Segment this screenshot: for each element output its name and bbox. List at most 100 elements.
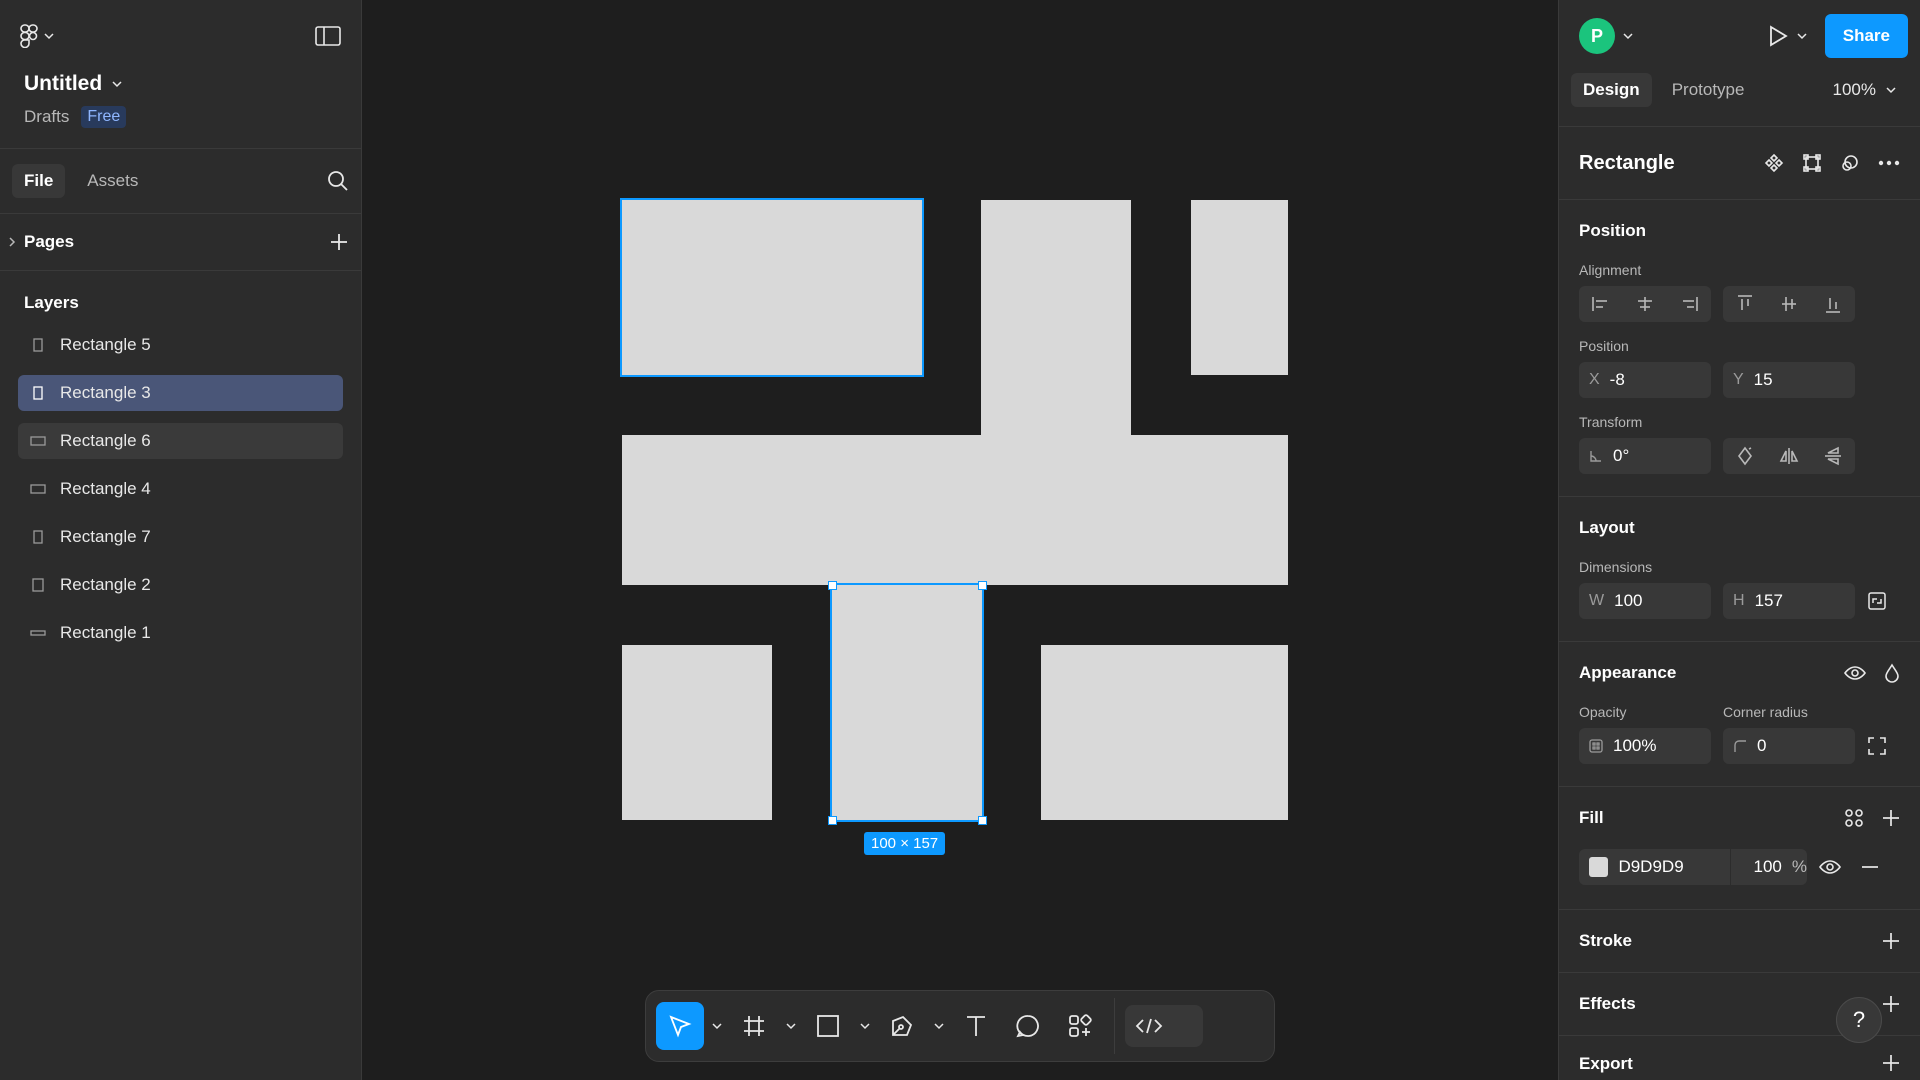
rectangle-icon xyxy=(30,436,46,446)
tab-assets[interactable]: Assets xyxy=(75,164,150,198)
y-position-field[interactable]: Y 15 xyxy=(1723,362,1855,398)
fill-color-field[interactable]: D9D9D9 100 % xyxy=(1579,849,1807,885)
main-menu-button[interactable] xyxy=(20,24,54,48)
opacity-field[interactable]: 100% xyxy=(1579,728,1711,764)
align-bottom-icon[interactable] xyxy=(1811,286,1855,322)
corner-radius-field[interactable]: 0 xyxy=(1723,728,1855,764)
mask-icon[interactable] xyxy=(1802,153,1822,173)
add-effect-icon[interactable] xyxy=(1882,995,1900,1013)
tab-design[interactable]: Design xyxy=(1571,73,1652,107)
layer-item[interactable]: Rectangle 5 xyxy=(18,327,343,363)
rotation-field[interactable]: 0° xyxy=(1579,438,1711,474)
align-top-icon[interactable] xyxy=(1723,286,1767,322)
layer-label: Rectangle 2 xyxy=(60,575,151,594)
height-field[interactable]: H 157 xyxy=(1723,583,1855,619)
comment-tool-button[interactable] xyxy=(1004,1002,1052,1050)
rectangle-shape[interactable] xyxy=(1191,200,1288,375)
add-export-icon[interactable] xyxy=(1882,1054,1900,1072)
color-swatch[interactable] xyxy=(1589,857,1609,877)
constrain-proportions-icon[interactable] xyxy=(1867,591,1887,611)
frame-tool-button[interactable] xyxy=(730,1002,778,1050)
text-tool-button[interactable] xyxy=(952,1002,1000,1050)
styles-icon[interactable] xyxy=(1844,808,1864,828)
chevron-down-icon[interactable] xyxy=(708,1022,726,1030)
resize-handle[interactable] xyxy=(828,816,837,825)
chevron-down-icon[interactable] xyxy=(782,1022,800,1030)
zoom-dropdown[interactable]: 100% xyxy=(1833,80,1908,100)
user-menu[interactable]: P xyxy=(1579,18,1633,54)
align-center-horizontal-icon[interactable] xyxy=(1623,286,1667,322)
add-fill-icon[interactable] xyxy=(1882,809,1900,827)
rectangle-icon xyxy=(30,484,46,494)
toggle-sidebar-icon[interactable] xyxy=(315,25,341,47)
width-field[interactable]: W 100 xyxy=(1579,583,1711,619)
chevron-down-icon[interactable] xyxy=(930,1022,948,1030)
angle-icon xyxy=(1589,449,1603,463)
play-icon[interactable] xyxy=(1767,24,1789,48)
resize-handle[interactable] xyxy=(978,816,987,825)
y-value: 15 xyxy=(1753,370,1773,389)
chevron-down-icon[interactable] xyxy=(856,1022,874,1030)
rectangle-3-shape[interactable] xyxy=(830,583,984,822)
rectangle-shape[interactable] xyxy=(622,645,772,820)
layer-label: Rectangle 7 xyxy=(60,527,151,546)
help-button[interactable]: ? xyxy=(1836,997,1882,1043)
fill-hex[interactable]: D9D9D9 xyxy=(1618,857,1730,877)
search-icon[interactable] xyxy=(327,170,349,192)
transform-group xyxy=(1723,438,1855,474)
align-left-icon[interactable] xyxy=(1579,286,1623,322)
pages-toggle[interactable]: Pages xyxy=(8,232,74,252)
canvas[interactable]: 100 × 157 xyxy=(362,0,1558,1080)
resize-handle[interactable] xyxy=(978,581,987,590)
blend-mode-icon[interactable] xyxy=(1884,663,1900,683)
boolean-icon[interactable] xyxy=(1840,153,1860,173)
pen-tool-button[interactable] xyxy=(878,1002,926,1050)
rectangle-shape[interactable] xyxy=(1041,645,1288,820)
add-page-icon[interactable] xyxy=(329,232,349,252)
layer-item[interactable]: Rectangle 3 xyxy=(18,375,343,411)
x-prefix: X xyxy=(1589,371,1600,388)
flip-vertical-icon[interactable] xyxy=(1811,438,1855,474)
layer-item[interactable]: Rectangle 7 xyxy=(18,519,343,555)
resize-handle[interactable] xyxy=(828,581,837,590)
chevron-down-icon xyxy=(44,32,54,40)
rectangle-tool-button[interactable] xyxy=(804,1002,852,1050)
section-title: Appearance xyxy=(1579,663,1677,682)
file-info: Untitled Drafts Free xyxy=(0,72,361,148)
eye-icon[interactable] xyxy=(1844,665,1866,681)
layer-item[interactable]: Rectangle 1 xyxy=(18,615,343,651)
rectangle-icon xyxy=(30,578,46,592)
fill-opacity[interactable]: 100 xyxy=(1731,857,1781,877)
independent-corners-icon[interactable] xyxy=(1867,736,1887,756)
drafts-link[interactable]: Drafts xyxy=(24,107,69,127)
flip-horizontal-icon[interactable] xyxy=(1767,438,1811,474)
eye-icon[interactable] xyxy=(1819,859,1841,875)
dev-mode-toggle[interactable] xyxy=(1125,1005,1203,1047)
layer-item[interactable]: Rectangle 4 xyxy=(18,471,343,507)
create-component-icon[interactable] xyxy=(1764,153,1784,173)
plan-badge[interactable]: Free xyxy=(81,106,127,128)
layer-item[interactable]: Rectangle 2 xyxy=(18,567,343,603)
align-right-icon[interactable] xyxy=(1667,286,1711,322)
percent-unit: % xyxy=(1791,857,1807,876)
share-button[interactable]: Share xyxy=(1824,14,1908,58)
layer-item[interactable]: Rectangle 6 xyxy=(18,423,343,459)
rectangle-shape[interactable] xyxy=(981,200,1131,437)
file-title-button[interactable]: Untitled xyxy=(24,72,337,96)
chevron-down-icon[interactable] xyxy=(1797,32,1807,40)
more-icon[interactable] xyxy=(1878,160,1900,166)
align-middle-icon[interactable] xyxy=(1767,286,1811,322)
selection-header: Rectangle xyxy=(1559,126,1920,199)
rectangle-icon xyxy=(30,338,46,352)
move-tool-button[interactable] xyxy=(656,1002,704,1050)
x-position-field[interactable]: X -8 xyxy=(1579,362,1711,398)
rectangle-shape[interactable] xyxy=(622,435,1288,585)
actions-tool-button[interactable] xyxy=(1056,1002,1104,1050)
rotate-icon[interactable] xyxy=(1723,438,1767,474)
tab-file[interactable]: File xyxy=(12,164,66,198)
rectangle-5-shape[interactable] xyxy=(620,198,924,377)
remove-fill-icon[interactable] xyxy=(1861,865,1879,869)
tab-prototype[interactable]: Prototype xyxy=(1660,73,1757,107)
add-stroke-icon[interactable] xyxy=(1882,932,1900,950)
rectangle-icon xyxy=(30,629,46,637)
